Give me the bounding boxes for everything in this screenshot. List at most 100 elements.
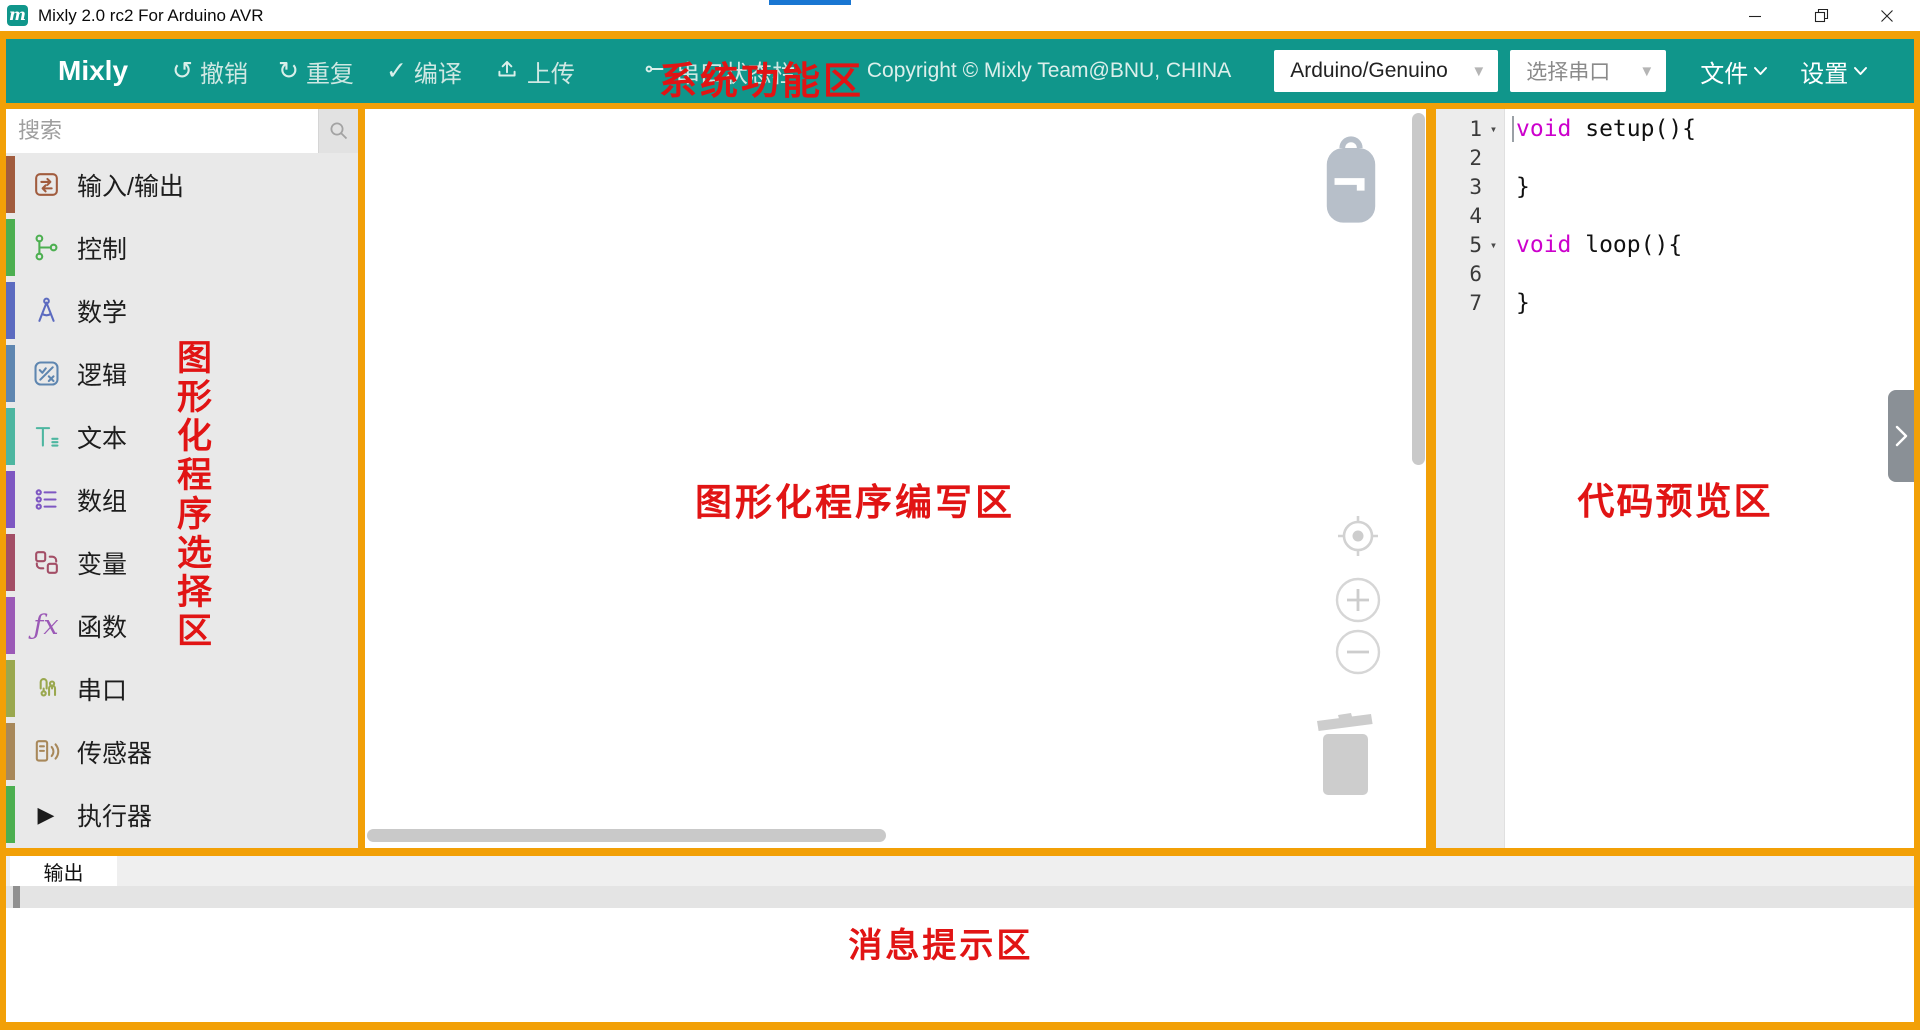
port-select[interactable]: 选择串口 ▼ [1510,50,1666,92]
close-button[interactable] [1854,0,1920,31]
category-label: 文本 [77,419,127,455]
blockly-canvas[interactable]: 图形化程序编写区 [365,109,1426,848]
window-title: Mixly 2.0 rc2 For Arduino AVR [38,6,264,26]
settings-menu-button[interactable]: 设置 [1800,54,1868,89]
upload-button[interactable]: 上传 [494,54,575,89]
file-menu-button[interactable]: 文件 [1700,54,1768,89]
orange-frame: Mixly ↺ 撤销 ↻ 重复 ✓ 编译 上传 [0,31,1920,1030]
expand-arrow-icon: ▶ [15,802,77,828]
minimize-icon [1748,9,1762,23]
mixly-menu-button[interactable]: Mixly [58,55,128,87]
check-cross-icon [15,358,77,389]
restore-button[interactable] [1788,0,1854,31]
zoom-out-button[interactable] [1334,628,1382,676]
annotation-output-region: 消息提示区 [848,918,1033,967]
code-line: 4 [1436,201,1914,230]
mixly-logo-icon: m [7,5,28,26]
sidebar-item-io[interactable]: 输入/输出 [6,153,358,216]
line-number: 4 [1436,204,1482,228]
category-color-bar [6,723,15,780]
annotation-canvas-region: 图形化程序编写区 [695,472,1015,526]
line-number: 3 [1436,175,1482,199]
serial-status-button[interactable]: 串口状态栏 [643,54,796,89]
sensor-waves-icon [15,736,77,767]
tab-output[interactable]: 输出 [10,856,117,886]
fx-icon: ƒx [15,610,77,641]
search-row [6,109,358,153]
toolbar: Mixly ↺ 撤销 ↻ 重复 ✓ 编译 上传 [6,39,1914,103]
category-label: 执行器 [77,797,152,833]
trash-icon[interactable] [1313,707,1377,802]
sidebar-item-math[interactable]: 数学 [6,279,358,342]
undo-label: 撤销 [200,54,248,89]
swap-shapes-icon [15,547,77,578]
category-label: 逻辑 [77,356,127,392]
text-T-icon [15,421,77,452]
sidebar-item-text[interactable]: 文本 [6,405,358,468]
category-label: 函数 [77,608,127,644]
compile-button[interactable]: ✓ 编译 [386,54,462,89]
redo-button[interactable]: ↻ 重复 [278,54,354,89]
sidebar-item-logic[interactable]: 逻辑 [6,342,358,405]
titlebar: m Mixly 2.0 rc2 For Arduino AVR [0,0,1920,31]
zoom-in-button[interactable] [1334,576,1382,624]
code-text: void loop(){ [1516,232,1682,258]
search-icon [327,119,351,143]
compass-icon [15,295,77,326]
code-line: 5 ▾ void loop(){ [1436,230,1914,259]
top-accent-bar [769,0,851,5]
code-line: 2 [1436,143,1914,172]
undo-button[interactable]: ↺ 撤销 [172,54,248,89]
sidebar-item-sensor[interactable]: 传感器 [6,720,358,783]
code-line: 7 } [1436,288,1914,317]
category-color-bar [6,471,15,528]
category-label: 传感器 [77,734,152,770]
category-color-bar [6,786,15,843]
center-view-button[interactable] [1334,512,1382,560]
text-cursor [1512,116,1514,142]
panel-expander-handle[interactable] [1888,390,1914,482]
serial-plug-icon [643,56,669,87]
code-lines[interactable]: 1 ▾ void setup(){ 2 3 } [1436,109,1914,317]
sidebar-item-array[interactable]: 数组 [6,468,358,531]
category-label: 控制 [77,230,127,266]
sidebar-item-variable[interactable]: 变量 [6,531,358,594]
upload-icon [494,56,520,87]
output-scroll-strip [6,886,1914,908]
compile-check-icon: ✓ [386,59,407,84]
category-color-bar [6,408,15,465]
serial-status-label: 串口状态栏 [676,54,796,89]
copyright-text: Copyright © Mixly Team@BNU, CHINA [867,59,1231,83]
redo-label: 重复 [306,54,354,89]
sidebar-item-function[interactable]: ƒx 函数 [6,594,358,657]
board-select[interactable]: Arduino/Genuino ▼ [1274,50,1498,92]
plus-icon [1334,576,1382,624]
minus-icon [1334,628,1382,676]
line-number: 6 [1436,262,1482,286]
chevron-down-icon [1753,66,1768,76]
chevron-down-icon: ▼ [1471,63,1486,80]
upload-label: 上传 [527,54,575,89]
category-color-bar [6,345,15,402]
output-scroll-thumb[interactable] [13,886,20,908]
canvas-vertical-scrollbar[interactable] [1412,113,1425,465]
code-text: } [1516,290,1530,316]
redo-icon: ↻ [278,59,299,84]
search-button[interactable] [318,109,358,153]
undo-icon: ↺ [172,59,193,84]
output-tabstrip: 输出 [6,856,1914,886]
fold-arrow-icon[interactable]: ▾ [1482,122,1505,136]
chevron-down-icon [1853,66,1868,76]
canvas-horizontal-scrollbar[interactable] [367,829,886,842]
search-input[interactable] [6,109,318,153]
category-label: 串口 [77,671,127,707]
fold-arrow-icon[interactable]: ▾ [1482,238,1505,252]
line-number: 1 [1436,117,1482,141]
sidebar-item-serial[interactable]: 串口 [6,657,358,720]
minimize-button[interactable] [1722,0,1788,31]
code-preview-panel: 1 ▾ void setup(){ 2 3 } [1436,109,1914,848]
sidebar-item-actuator[interactable]: ▶ 执行器 [6,783,358,846]
backpack-icon[interactable] [1320,135,1382,230]
code-line: 1 ▾ void setup(){ [1436,114,1914,143]
sidebar-item-control[interactable]: 控制 [6,216,358,279]
